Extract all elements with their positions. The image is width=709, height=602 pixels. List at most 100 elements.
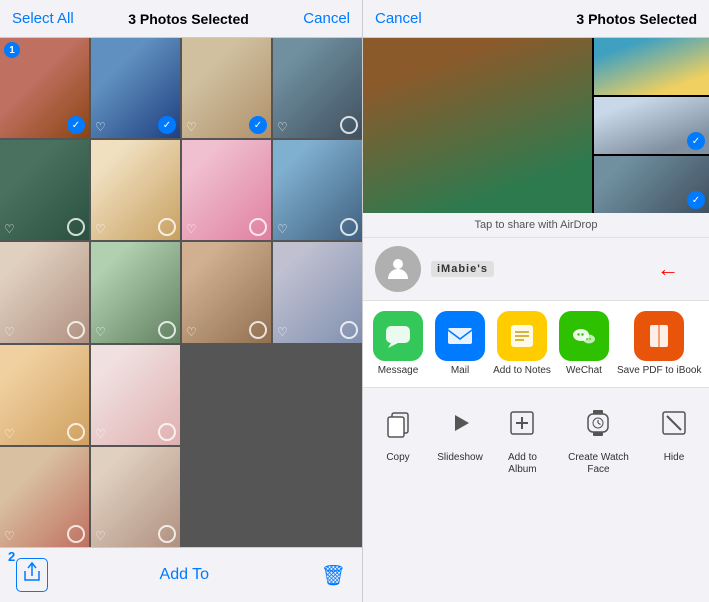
file-action-copy[interactable]: Copy [369,398,427,476]
check-empty-17 [67,525,85,543]
photo-cell-16 [273,345,362,445]
ibook-icon [634,311,684,361]
add-album-label: Add to Album [493,452,552,476]
copy-icon [373,398,423,448]
preview-small-3[interactable]: ✓ [594,156,709,213]
photo-cell-10[interactable]: ♡ [91,242,180,342]
photo-cell-8[interactable]: ♡ [273,140,362,240]
check-icon-2: ✓ [158,116,176,134]
photo-cell-15 [182,345,271,445]
photo-grid: 1 ✓ ♡ ✓ ♡ ✓ ♡ ♡ ♡ ♡ ♡ [0,38,362,547]
preview-small-1[interactable] [594,38,709,95]
check-empty-9 [67,321,85,339]
add-to-button[interactable]: Add To [160,566,210,584]
heart-icon-10: ♡ [95,325,106,339]
wechat-label: WeChat [566,365,602,377]
heart-icon-13: ♡ [4,427,15,441]
photo-cell-11[interactable]: ♡ [182,242,271,342]
photo-cell-3[interactable]: ♡ ✓ [182,38,271,138]
contact-row: iMabie's ← [363,238,709,301]
preview-main-photo[interactable] [363,38,592,213]
check-icon-1: ✓ [67,116,85,134]
watch-face-label: Create Watch Face [556,452,641,476]
right-panel: Cancel 3 Photos Selected ✓ ✓ Tap to shar… [363,0,709,602]
share-action-mail[interactable]: Mail [431,311,489,377]
photo-cell-4[interactable]: ♡ [273,38,362,138]
check-empty-18 [158,525,176,543]
photo-cell-2[interactable]: ♡ ✓ [91,38,180,138]
heart-icon-12: ♡ [277,325,288,339]
heart-icon-6: ♡ [95,222,106,236]
preview-check-2: ✓ [687,191,705,209]
heart-icon-4: ♡ [277,120,288,134]
share-action-notes[interactable]: Add to Notes [493,311,551,377]
hide-label: Hide [664,452,685,464]
notes-icon [497,311,547,361]
file-actions-row: Copy Slideshow Add to Album [363,388,709,486]
photo-cell-13[interactable]: ♡ [0,345,89,445]
slideshow-label: Slideshow [437,452,483,464]
heart-icon-17: ♡ [4,529,15,543]
contact-avatar [375,246,421,292]
heart-icon-18: ♡ [95,529,106,543]
photo-cell-14[interactable]: ♡ [91,345,180,445]
share-action-message[interactable]: Message [369,311,427,377]
photo-cell-12[interactable]: ♡ [273,242,362,342]
heart-icon-14: ♡ [95,427,106,441]
heart-icon-8: ♡ [277,222,288,236]
copy-label: Copy [386,452,409,464]
right-title: 3 Photos Selected [576,11,697,27]
heart-icon-3: ♡ [186,120,197,134]
photo-cell-1[interactable]: 1 ✓ [0,38,89,138]
heart-icon-5: ♡ [4,222,15,236]
ibook-label: Save PDF to iBook [617,365,701,377]
check-empty-11 [249,321,267,339]
photo-cell-19 [182,447,271,547]
wechat-icon [559,311,609,361]
left-bottom-toolbar: 2 Add To 🗑 [0,547,362,602]
share-action-wechat[interactable]: WeChat [555,311,613,377]
right-toolbar: Cancel 3 Photos Selected [363,0,709,38]
contact-name: iMabie's [431,261,494,277]
photo-cell-5[interactable]: ♡ [0,140,89,240]
heart-icon-11: ♡ [186,325,197,339]
file-action-slideshow[interactable]: Slideshow [431,398,489,476]
right-cancel-button[interactable]: Cancel [375,10,422,27]
slideshow-icon [435,398,485,448]
heart-icon-2: ♡ [95,120,106,134]
message-icon [373,311,423,361]
photo-cell-18[interactable]: ♡ [91,447,180,547]
selected-photos-preview: ✓ ✓ [363,38,709,213]
preview-check-1: ✓ [687,132,705,150]
left-toolbar: Select All 3 Photos Selected Cancel [0,0,362,38]
left-panel: Select All 3 Photos Selected Cancel 1 ✓ … [0,0,363,602]
selection-badge-1: 1 [4,42,20,58]
file-action-hide[interactable]: Hide [645,398,703,476]
hide-icon [649,398,699,448]
photo-cell-6[interactable]: ♡ [91,140,180,240]
delete-button[interactable]: 🗑 [321,563,346,588]
bottom-badge-2: 2 [8,549,15,564]
check-empty-8 [340,218,358,236]
left-cancel-button[interactable]: Cancel [303,10,350,27]
check-empty-7 [249,218,267,236]
share-button[interactable] [16,558,48,592]
check-empty-13 [67,423,85,441]
photo-cell-9[interactable]: ♡ [0,242,89,342]
notes-label: Add to Notes [493,365,551,377]
add-album-icon [497,398,547,448]
file-action-add-album[interactable]: Add to Album [493,398,552,476]
file-action-watch-face[interactable]: Create Watch Face [556,398,641,476]
select-all-button[interactable]: Select All [12,10,74,27]
share-actions-row: Message Mail Add to Notes [363,301,709,388]
photo-cell-7[interactable]: ♡ [182,140,271,240]
red-arrow-indicator: ← [657,256,679,282]
check-empty-6 [158,218,176,236]
check-empty-10 [158,321,176,339]
heart-icon-7: ♡ [186,222,197,236]
preview-small-2[interactable]: ✓ [594,97,709,154]
check-empty-12 [340,321,358,339]
share-action-ibook[interactable]: Save PDF to iBook [617,311,701,377]
photo-cell-17[interactable]: ♡ [0,447,89,547]
check-icon-3: ✓ [249,116,267,134]
